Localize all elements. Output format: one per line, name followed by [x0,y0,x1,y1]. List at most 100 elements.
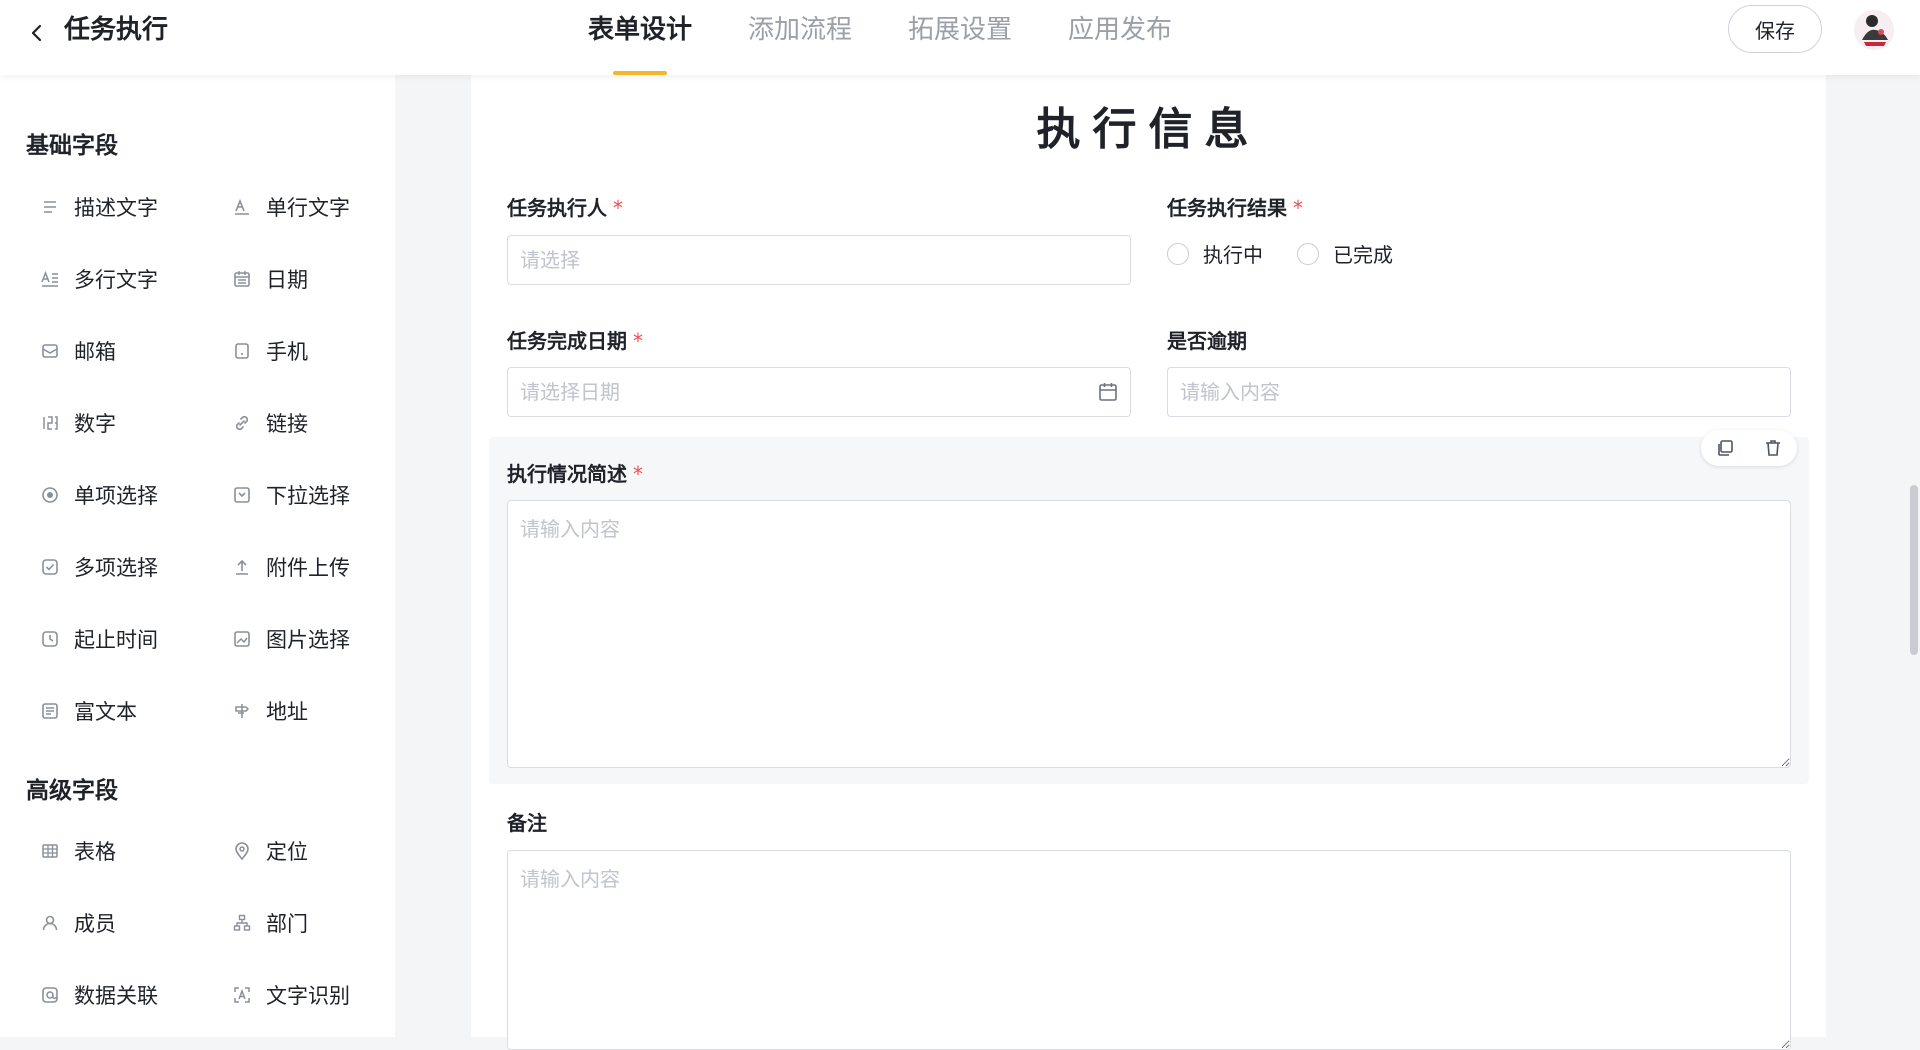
result-option-in-progress[interactable]: 执行中 [1167,239,1263,268]
field-item-rich-text[interactable]: 富文本 [40,691,137,731]
overdue-input[interactable] [1167,367,1791,417]
advanced-fields-title: 高级字段 [26,778,118,804]
single-line-text-icon [232,197,252,217]
radio-label: 已完成 [1333,243,1393,267]
time-range-icon [40,629,60,649]
field-item-label: 多项选择 [74,556,158,580]
executor-label-text: 任务执行人 [507,196,607,220]
field-item-mobile[interactable]: 手机 [232,331,308,371]
location-pin-icon [232,841,252,861]
field-item-ocr[interactable]: 文字识别 [232,975,350,1015]
radio-circle [1167,242,1189,265]
field-item-number[interactable]: 数字 [40,403,116,443]
tab-app-publish[interactable]: 应用发布 [1040,0,1200,75]
basic-fields-title: 基础字段 [26,133,118,159]
field-item-label: 描述文字 [74,196,158,220]
field-item-member[interactable]: 成员 [40,903,116,943]
calendar-icon [232,269,252,289]
field-item-label: 日期 [266,268,308,292]
image-icon [232,629,252,649]
checkbox-icon [40,557,60,577]
org-chart-icon [232,913,252,933]
calendar-icon[interactable] [1097,381,1119,403]
field-item-label: 富文本 [74,700,137,724]
overdue-label: 是否逾期 [1167,325,1247,354]
field-item-image[interactable]: 图片选择 [232,619,350,659]
executor-select[interactable] [507,235,1131,285]
field-item-department[interactable]: 部门 [232,903,308,943]
back-button[interactable] [22,18,52,48]
chevron-left-icon [31,24,42,42]
field-sidebar: 基础字段 描述文字 单行文字 多行文字 日期 邮箱 手机 数字 链接 单项选择 [0,75,395,1037]
field-item-table[interactable]: 表格 [40,831,116,871]
field-item-label: 邮箱 [74,340,116,364]
tab-form-design[interactable]: 表单设计 [560,0,720,75]
field-block-actions [1701,430,1797,466]
save-button[interactable]: 保存 [1728,5,1822,53]
field-item-label: 文字识别 [266,984,350,1008]
field-item-checkbox[interactable]: 多项选择 [40,547,158,587]
mail-icon [40,341,60,361]
field-item-label: 下拉选择 [266,484,350,508]
field-item-upload[interactable]: 附件上传 [232,547,350,587]
avatar-image-icon [1854,10,1894,50]
field-item-time-range[interactable]: 起止时间 [40,619,158,659]
field-item-label: 起止时间 [74,628,158,652]
link-icon [232,413,252,433]
field-item-radio[interactable]: 单项选择 [40,475,158,515]
field-item-label: 链接 [266,412,308,436]
form-title: 执行信息 [1036,104,1261,155]
field-item-multi-line-text[interactable]: 多行文字 [40,259,158,299]
field-item-label: 表格 [74,840,116,864]
summary-textarea[interactable] [507,500,1791,768]
field-item-label: 数字 [74,412,116,436]
field-item-label: 定位 [266,840,308,864]
upload-icon [232,557,252,577]
ocr-scan-icon [232,985,252,1005]
summary-label-text: 执行情况简述 [507,462,627,486]
rich-text-icon [40,701,60,721]
number-icon [40,413,60,433]
tab-add-process[interactable]: 添加流程 [720,0,880,75]
top-tabs: 表单设计 添加流程 拓展设置 应用发布 [560,0,1200,75]
required-mark: * [1293,196,1303,220]
field-item-location[interactable]: 定位 [232,831,308,871]
app-title: 任务执行 [64,15,169,45]
result-option-completed[interactable]: 已完成 [1297,239,1393,268]
field-item-link[interactable]: 链接 [232,403,308,443]
radio-circle [1297,242,1319,265]
field-item-dropdown[interactable]: 下拉选择 [232,475,350,515]
radio-icon [40,485,60,505]
field-item-date[interactable]: 日期 [232,259,308,299]
page-scrollbar-thumb[interactable] [1910,485,1918,655]
remark-label-text: 备注 [507,811,547,835]
finish-date-label-text: 任务完成日期 [507,329,627,353]
signpost-icon [232,701,252,721]
required-mark: * [613,196,623,220]
field-item-label: 单项选择 [74,484,158,508]
field-item-label: 图片选择 [266,628,350,652]
form-canvas: 执行信息 任务执行人* 任务执行结果* 执行中 已完成 任务完成日期* 是否逾期 [471,75,1826,1050]
dropdown-icon [232,485,252,505]
remark-label: 备注 [507,807,547,836]
field-item-single-line-text[interactable]: 单行文字 [232,187,350,227]
remark-textarea[interactable] [507,850,1791,1050]
field-item-address[interactable]: 地址 [232,691,308,731]
finish-date-label: 任务完成日期 * [507,325,643,354]
summary-label: 执行情况简述 * [507,458,643,487]
field-item-email[interactable]: 邮箱 [40,331,116,371]
field-item-description-text[interactable]: 描述文字 [40,187,158,227]
multi-line-text-icon [40,269,60,289]
trash-icon [1766,440,1780,456]
copy-button[interactable] [1713,436,1737,460]
avatar[interactable] [1854,10,1894,50]
field-item-label: 单行文字 [266,196,350,220]
field-item-label: 手机 [266,340,308,364]
result-label: 任务执行结果 * [1167,192,1303,221]
tab-extension-settings[interactable]: 拓展设置 [880,0,1040,75]
top-header: 任务执行 表单设计 添加流程 拓展设置 应用发布 保存 [0,0,1920,75]
field-item-label: 成员 [74,912,116,936]
delete-button[interactable] [1761,436,1785,460]
finish-date-picker[interactable] [507,367,1131,417]
field-item-data-link[interactable]: 数据关联 [40,975,158,1015]
